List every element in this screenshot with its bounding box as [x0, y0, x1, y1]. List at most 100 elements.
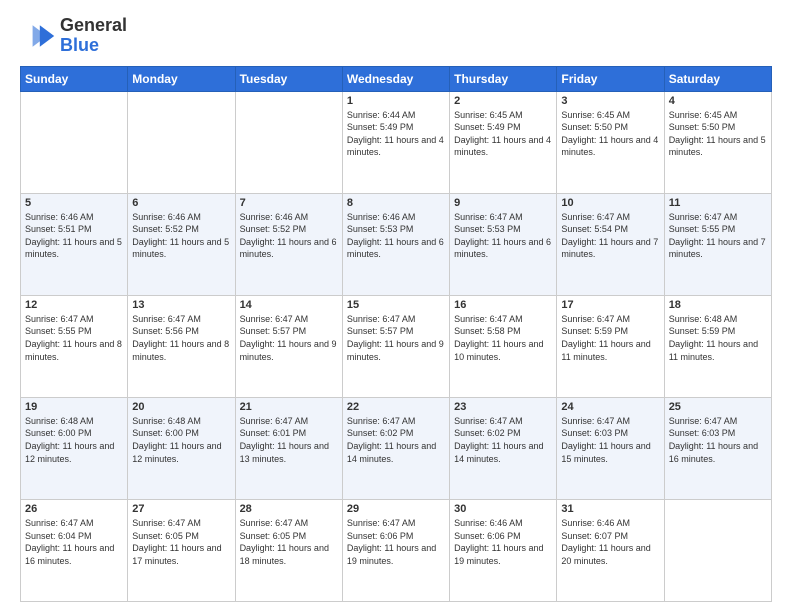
day-info: Sunrise: 6:47 AM Sunset: 5:57 PM Dayligh… [240, 313, 338, 363]
day-info: Sunrise: 6:48 AM Sunset: 5:59 PM Dayligh… [669, 313, 767, 363]
calendar-cell: 21 Sunrise: 6:47 AM Sunset: 6:01 PM Dayli… [235, 397, 342, 499]
calendar-cell: 15 Sunrise: 6:47 AM Sunset: 5:57 PM Dayli… [342, 295, 449, 397]
day-info: Sunrise: 6:47 AM Sunset: 5:54 PM Dayligh… [561, 211, 659, 261]
calendar-cell: 14 Sunrise: 6:47 AM Sunset: 5:57 PM Dayli… [235, 295, 342, 397]
day-number: 19 [25, 401, 123, 413]
day-number: 30 [454, 503, 552, 515]
day-number: 29 [347, 503, 445, 515]
calendar-cell: 20 Sunrise: 6:48 AM Sunset: 6:00 PM Dayli… [128, 397, 235, 499]
day-number: 17 [561, 299, 659, 311]
weekday-header-row: Sunday Monday Tuesday Wednesday Thursday… [21, 66, 772, 91]
logo-icon [20, 18, 56, 54]
col-monday: Monday [128, 66, 235, 91]
day-number: 5 [25, 197, 123, 209]
day-number: 2 [454, 95, 552, 107]
calendar-cell: 22 Sunrise: 6:47 AM Sunset: 6:02 PM Dayli… [342, 397, 449, 499]
day-number: 3 [561, 95, 659, 107]
day-info: Sunrise: 6:48 AM Sunset: 6:00 PM Dayligh… [132, 415, 230, 465]
day-info: Sunrise: 6:47 AM Sunset: 5:53 PM Dayligh… [454, 211, 552, 261]
day-info: Sunrise: 6:45 AM Sunset: 5:50 PM Dayligh… [561, 109, 659, 159]
day-number: 27 [132, 503, 230, 515]
logo-blue: Blue [60, 35, 99, 55]
day-number: 14 [240, 299, 338, 311]
day-info: Sunrise: 6:47 AM Sunset: 6:02 PM Dayligh… [347, 415, 445, 465]
day-info: Sunrise: 6:47 AM Sunset: 6:03 PM Dayligh… [561, 415, 659, 465]
day-number: 15 [347, 299, 445, 311]
day-info: Sunrise: 6:47 AM Sunset: 6:02 PM Dayligh… [454, 415, 552, 465]
col-wednesday: Wednesday [342, 66, 449, 91]
day-info: Sunrise: 6:47 AM Sunset: 6:06 PM Dayligh… [347, 517, 445, 567]
calendar-cell: 7Sunrise: 6:46 AM Sunset: 5:52 PM Daylig… [235, 193, 342, 295]
day-info: Sunrise: 6:47 AM Sunset: 5:57 PM Dayligh… [347, 313, 445, 363]
day-number: 16 [454, 299, 552, 311]
day-info: Sunrise: 6:45 AM Sunset: 5:49 PM Dayligh… [454, 109, 552, 159]
calendar-cell: 11 Sunrise: 6:47 AM Sunset: 5:55 PM Dayli… [664, 193, 771, 295]
day-number: 20 [132, 401, 230, 413]
calendar-cell: 17 Sunrise: 6:47 AM Sunset: 5:59 PM Dayli… [557, 295, 664, 397]
day-number: 8 [347, 197, 445, 209]
logo-general: General [60, 15, 127, 35]
logo: General Blue [20, 16, 127, 56]
day-info: Sunrise: 6:47 AM Sunset: 5:55 PM Dayligh… [669, 211, 767, 261]
calendar-cell: 2 Sunrise: 6:45 AM Sunset: 5:49 PM Daylig… [450, 91, 557, 193]
day-number: 31 [561, 503, 659, 515]
calendar-week-3: 12 Sunrise: 6:47 AM Sunset: 5:55 PM Dayli… [21, 295, 772, 397]
calendar-cell: 18 Sunrise: 6:48 AM Sunset: 5:59 PM Dayli… [664, 295, 771, 397]
calendar-cell: 29 Sunrise: 6:47 AM Sunset: 6:06 PM Dayli… [342, 499, 449, 601]
calendar-cell: 13 Sunrise: 6:47 AM Sunset: 5:56 PM Dayli… [128, 295, 235, 397]
calendar-table: Sunday Monday Tuesday Wednesday Thursday… [20, 66, 772, 602]
day-number: 12 [25, 299, 123, 311]
day-number: 9 [454, 197, 552, 209]
calendar-cell: 24Sunrise: 6:47 AM Sunset: 6:03 PM Dayli… [557, 397, 664, 499]
calendar-cell [664, 499, 771, 601]
day-info: Sunrise: 6:47 AM Sunset: 5:59 PM Dayligh… [561, 313, 659, 363]
logo-text: General Blue [60, 16, 127, 56]
calendar-week-4: 19 Sunrise: 6:48 AM Sunset: 6:00 PM Dayli… [21, 397, 772, 499]
day-number: 22 [347, 401, 445, 413]
day-info: Sunrise: 6:47 AM Sunset: 6:01 PM Dayligh… [240, 415, 338, 465]
col-sunday: Sunday [21, 66, 128, 91]
day-number: 10 [561, 197, 659, 209]
day-info: Sunrise: 6:47 AM Sunset: 5:56 PM Dayligh… [132, 313, 230, 363]
calendar-week-1: 1Sunrise: 6:44 AM Sunset: 5:49 PM Daylig… [21, 91, 772, 193]
calendar-cell: 23 Sunrise: 6:47 AM Sunset: 6:02 PM Dayli… [450, 397, 557, 499]
day-number: 21 [240, 401, 338, 413]
day-info: Sunrise: 6:46 AM Sunset: 5:52 PM Dayligh… [132, 211, 230, 261]
calendar-cell [21, 91, 128, 193]
calendar-cell: 30 Sunrise: 6:46 AM Sunset: 6:06 PM Dayli… [450, 499, 557, 601]
col-friday: Friday [557, 66, 664, 91]
day-info: Sunrise: 6:46 AM Sunset: 5:51 PM Dayligh… [25, 211, 123, 261]
day-number: 18 [669, 299, 767, 311]
page: General Blue Sunday Monday Tuesday Wedne… [0, 0, 792, 612]
col-thursday: Thursday [450, 66, 557, 91]
calendar-cell: 27Sunrise: 6:47 AM Sunset: 6:05 PM Dayli… [128, 499, 235, 601]
day-info: Sunrise: 6:46 AM Sunset: 6:07 PM Dayligh… [561, 517, 659, 567]
day-info: Sunrise: 6:48 AM Sunset: 6:00 PM Dayligh… [25, 415, 123, 465]
day-number: 6 [132, 197, 230, 209]
day-info: Sunrise: 6:47 AM Sunset: 5:55 PM Dayligh… [25, 313, 123, 363]
calendar-week-2: 5 Sunrise: 6:46 AM Sunset: 5:51 PM Daylig… [21, 193, 772, 295]
day-number: 1 [347, 95, 445, 107]
calendar-cell: 26Sunrise: 6:47 AM Sunset: 6:04 PM Dayli… [21, 499, 128, 601]
calendar-cell: 25 Sunrise: 6:47 AM Sunset: 6:03 PM Dayli… [664, 397, 771, 499]
calendar-cell: 8 Sunrise: 6:46 AM Sunset: 5:53 PM Daylig… [342, 193, 449, 295]
day-info: Sunrise: 6:46 AM Sunset: 6:06 PM Dayligh… [454, 517, 552, 567]
day-number: 11 [669, 197, 767, 209]
calendar-cell [128, 91, 235, 193]
day-number: 28 [240, 503, 338, 515]
day-info: Sunrise: 6:46 AM Sunset: 5:53 PM Dayligh… [347, 211, 445, 261]
calendar-cell [235, 91, 342, 193]
calendar-cell: 31 Sunrise: 6:46 AM Sunset: 6:07 PM Dayli… [557, 499, 664, 601]
day-info: Sunrise: 6:47 AM Sunset: 6:03 PM Dayligh… [669, 415, 767, 465]
calendar-cell: 28Sunrise: 6:47 AM Sunset: 6:05 PM Dayli… [235, 499, 342, 601]
day-number: 13 [132, 299, 230, 311]
header: General Blue [20, 16, 772, 56]
calendar-week-5: 26Sunrise: 6:47 AM Sunset: 6:04 PM Dayli… [21, 499, 772, 601]
day-info: Sunrise: 6:45 AM Sunset: 5:50 PM Dayligh… [669, 109, 767, 159]
day-number: 25 [669, 401, 767, 413]
calendar-cell: 19 Sunrise: 6:48 AM Sunset: 6:00 PM Dayli… [21, 397, 128, 499]
calendar-cell: 9 Sunrise: 6:47 AM Sunset: 5:53 PM Daylig… [450, 193, 557, 295]
day-number: 23 [454, 401, 552, 413]
day-info: Sunrise: 6:47 AM Sunset: 5:58 PM Dayligh… [454, 313, 552, 363]
calendar-cell: 12 Sunrise: 6:47 AM Sunset: 5:55 PM Dayli… [21, 295, 128, 397]
